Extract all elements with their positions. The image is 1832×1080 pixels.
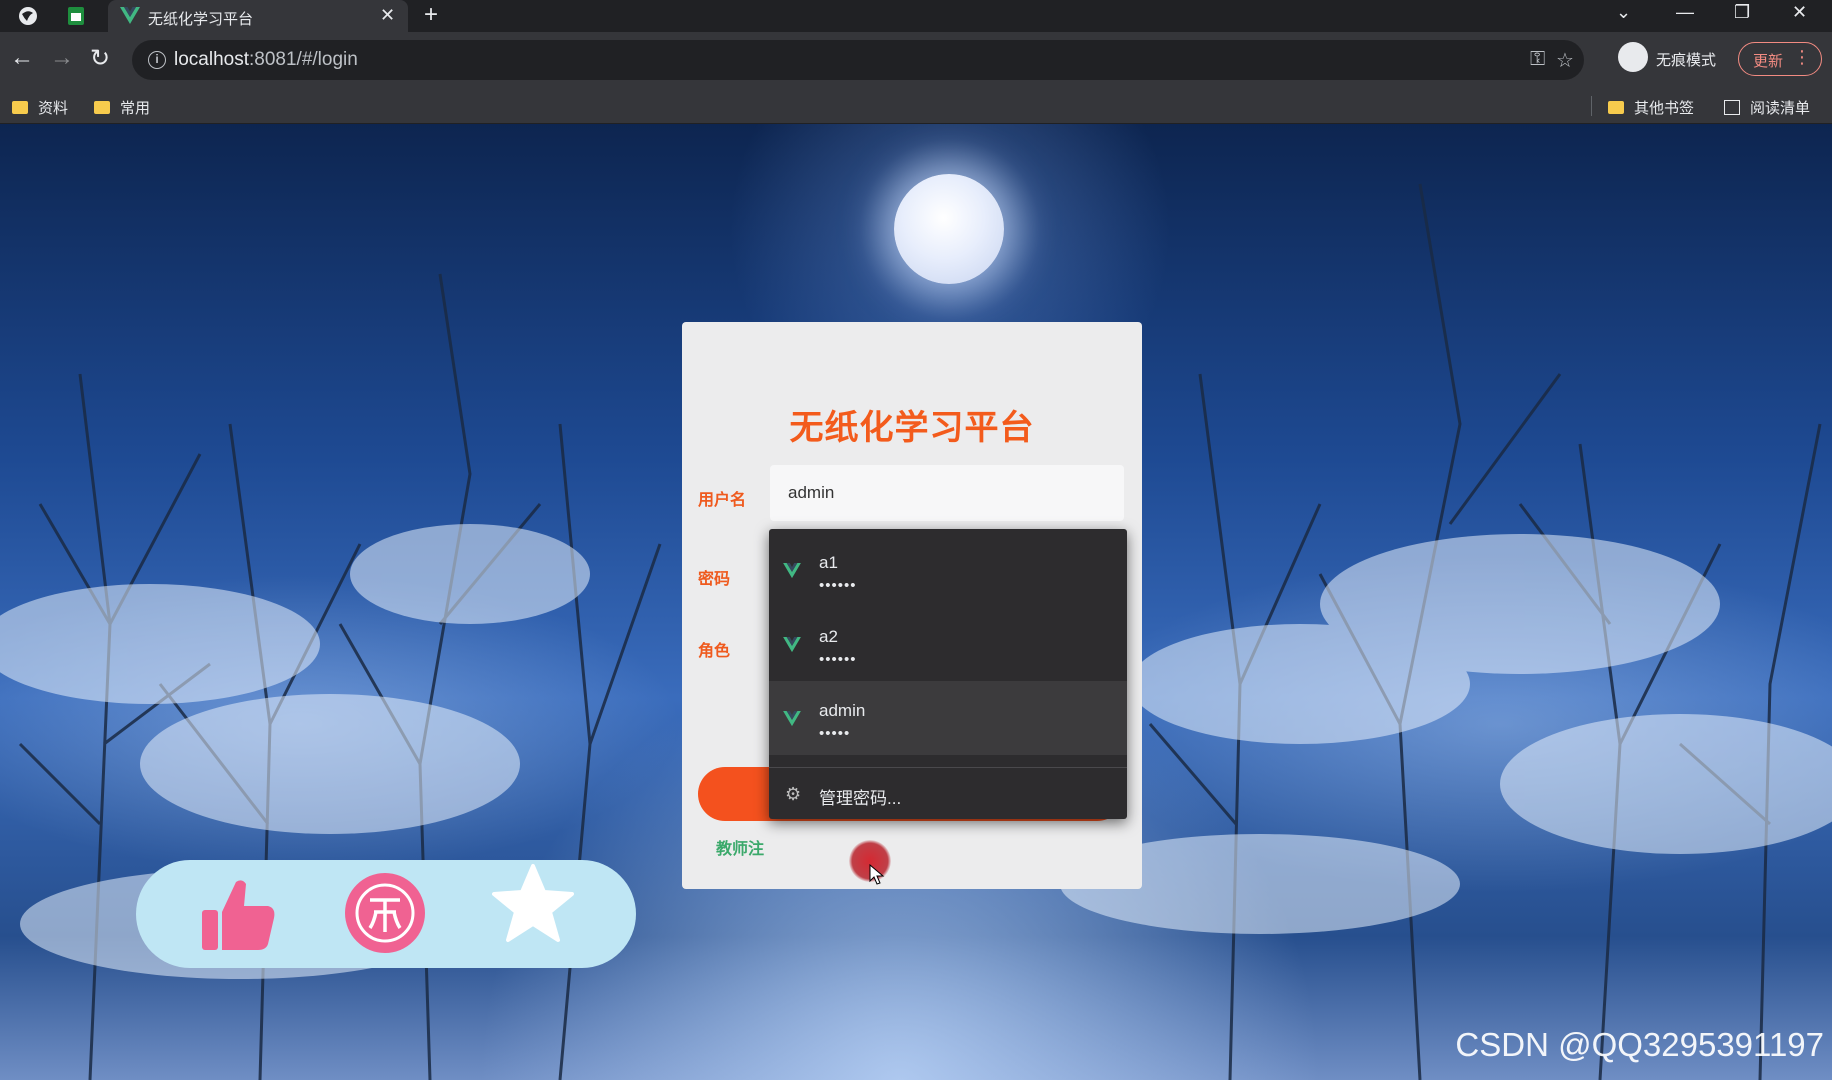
- mouse-cursor-icon: [869, 864, 885, 885]
- forward-icon[interactable]: →: [50, 44, 74, 72]
- tab-title: 无纸化学习平台: [148, 11, 254, 28]
- bookmark-star-icon[interactable]: ☆: [1556, 48, 1574, 73]
- incognito-label: 无痕模式: [1656, 52, 1717, 69]
- username-input[interactable]: [770, 465, 1124, 521]
- folder-icon: [94, 101, 110, 114]
- minimize-icon[interactable]: —: [1676, 2, 1694, 23]
- autofill-item[interactable]: a1 ••••••: [769, 533, 1127, 607]
- tab-active[interactable]: 无纸化学习平台 ✕: [108, 0, 408, 32]
- bookmarks-bar: 资料 常用 其他书签 阅读清单: [0, 88, 1832, 124]
- update-button[interactable]: 更新 ⋮: [1738, 42, 1822, 76]
- role-label: 角色: [698, 643, 731, 660]
- browser-tab-bar: 无纸化学习平台 ✕ + ⌄ — ❐ ✕: [0, 0, 1832, 32]
- reading-list-icon: [1724, 100, 1740, 115]
- autofill-item-selected[interactable]: admin •••••: [769, 681, 1127, 755]
- tab-search-icon[interactable]: ⌄: [1616, 2, 1631, 23]
- url-text[interactable]: localhost:8081/#/login: [174, 49, 358, 71]
- vue-logo-icon: [783, 637, 801, 653]
- restore-icon[interactable]: ❐: [1734, 2, 1750, 23]
- reading-list[interactable]: 阅读清单: [1724, 97, 1810, 118]
- update-label: 更新: [1753, 53, 1784, 70]
- login-title: 无纸化学习平台: [789, 409, 1035, 447]
- back-icon[interactable]: ←: [10, 44, 34, 72]
- bookmark-folder-other[interactable]: 其他书签: [1608, 97, 1694, 118]
- password-autofill-dropdown: a1 •••••• a2 •••••• admin ••••• ⚙ 管理密码..…: [769, 529, 1127, 819]
- login-page: 无纸化学习平台 用户名 密码 角色 教师注 a1 •••••• a2 •••••…: [0, 124, 1832, 1080]
- tab-close-icon[interactable]: ✕: [380, 5, 395, 26]
- action-pill: [136, 860, 636, 968]
- site-info-icon[interactable]: i: [148, 51, 166, 69]
- incognito-icon: [1618, 42, 1648, 72]
- autofill-username: a2: [819, 627, 838, 646]
- thumbs-up-icon[interactable]: [198, 876, 278, 954]
- autofill-item[interactable]: a2 ••••••: [769, 607, 1127, 681]
- bookmarks-divider: [1591, 96, 1592, 116]
- close-window-icon[interactable]: ✕: [1792, 2, 1807, 23]
- password-label: 密码: [698, 571, 731, 588]
- vue-logo-icon: [120, 7, 140, 24]
- sheets-tab-icon[interactable]: [66, 6, 86, 26]
- browser-app-icon[interactable]: [18, 6, 38, 26]
- autofill-username: admin: [819, 701, 866, 720]
- folder-icon: [1608, 101, 1624, 114]
- browser-toolbar: ← → ↻ i localhost:8081/#/login ⚿ ☆ 无痕模式 …: [0, 32, 1832, 88]
- bookmark-folder-ziliao[interactable]: 资料: [12, 97, 68, 118]
- username-label: 用户名: [698, 492, 747, 509]
- vue-logo-icon: [783, 563, 801, 579]
- autofill-password: •••••: [819, 725, 851, 742]
- autofill-divider: [769, 767, 1127, 768]
- key-icon[interactable]: ⚿: [1530, 48, 1545, 71]
- gear-icon: ⚙: [785, 784, 802, 804]
- autofill-password: ••••••: [819, 577, 857, 594]
- new-tab-icon[interactable]: +: [424, 1, 438, 29]
- autofill-password: ••••••: [819, 651, 857, 668]
- address-bar[interactable]: i localhost:8081/#/login ⚿ ☆: [132, 40, 1584, 80]
- bookmark-folder-changyong[interactable]: 常用: [94, 97, 150, 118]
- star-icon[interactable]: [492, 862, 574, 944]
- watermark: CSDN @QQ3295391197: [1455, 1026, 1824, 1063]
- coin-icon[interactable]: [344, 872, 426, 954]
- teacher-register-link[interactable]: 教师注: [716, 835, 764, 859]
- autofill-username: a1: [819, 553, 838, 572]
- folder-icon: [12, 101, 28, 114]
- reload-icon[interactable]: ↻: [90, 44, 110, 73]
- vue-logo-icon: [783, 711, 801, 727]
- more-menu-icon[interactable]: ⋮: [1793, 47, 1811, 68]
- manage-passwords-item[interactable]: 管理密码...: [819, 784, 901, 809]
